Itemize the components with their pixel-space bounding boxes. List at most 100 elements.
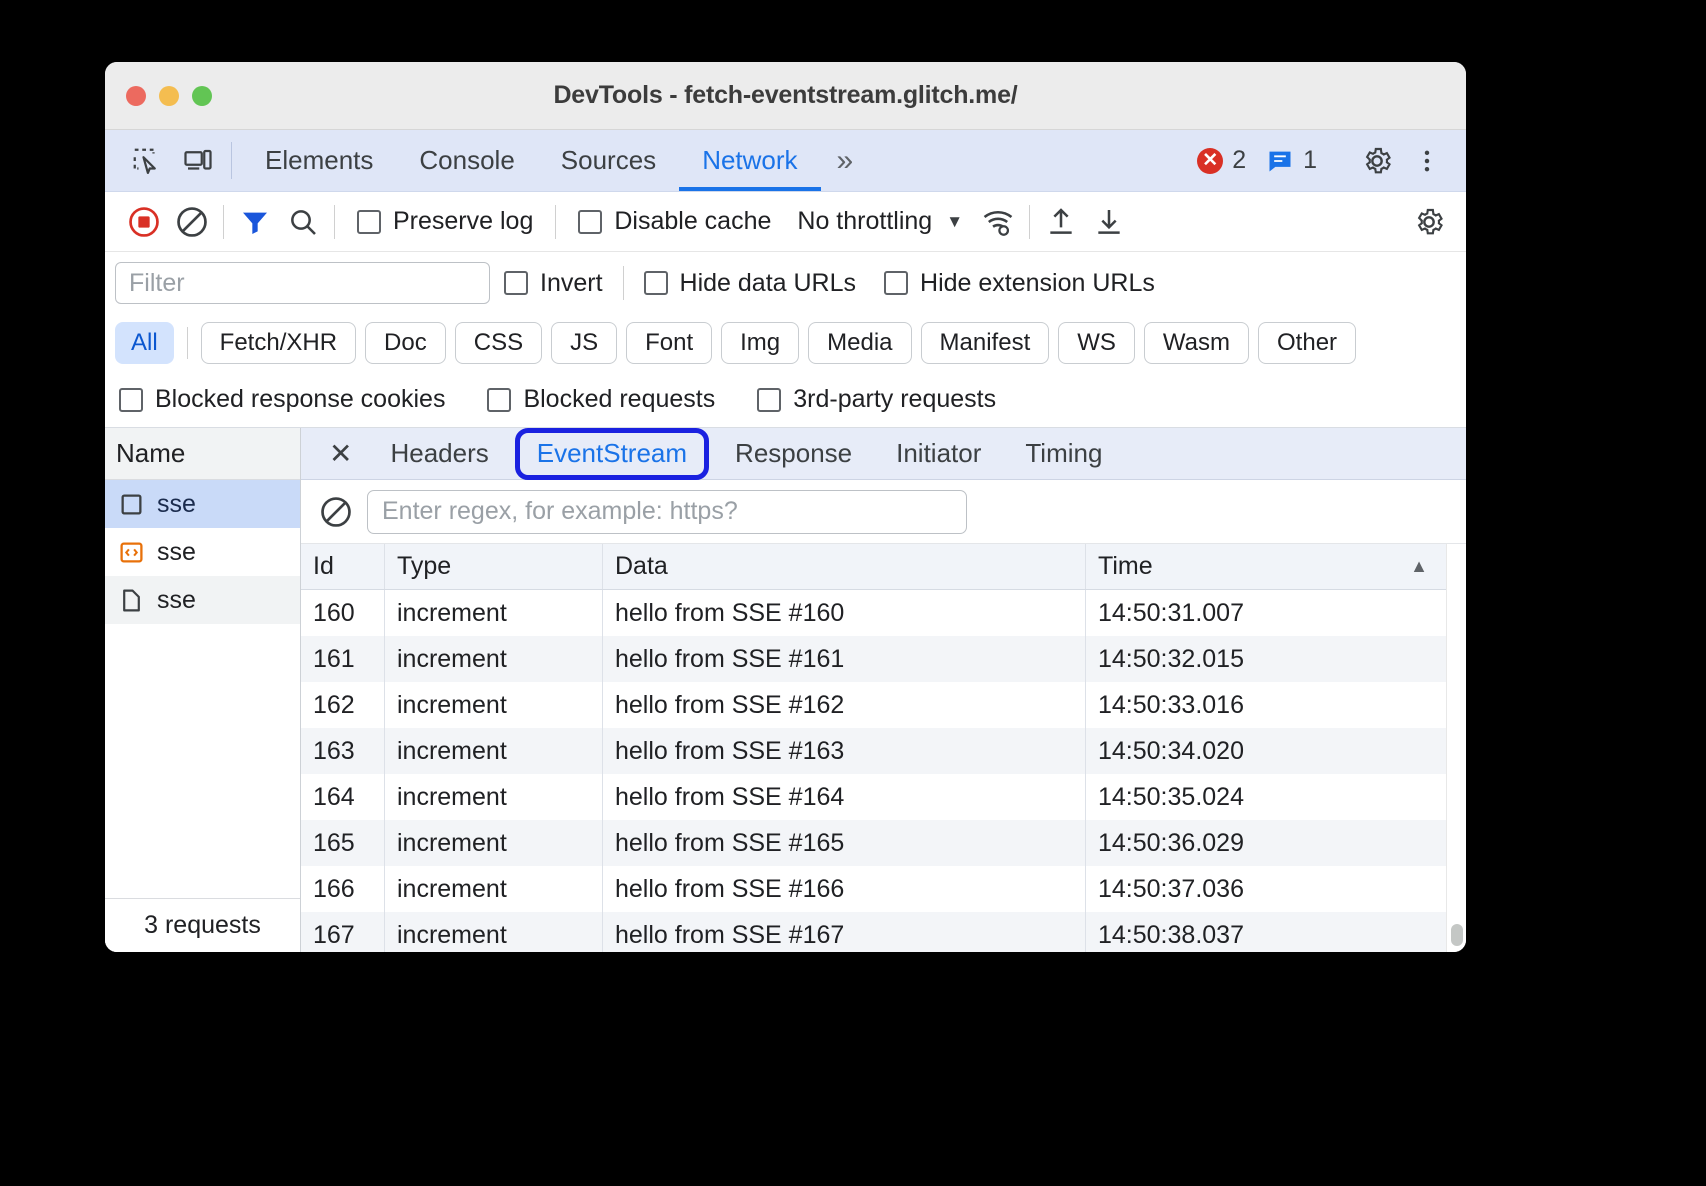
type-filter-doc[interactable]: Doc <box>365 322 446 364</box>
eventstream-table-header: Id Type Data Time ▲ <box>301 544 1446 590</box>
blocked-response-cookies-label: Blocked response cookies <box>155 385 445 414</box>
table-row[interactable]: 163 increment hello from SSE #163 14:50:… <box>301 728 1446 774</box>
preserve-log-box[interactable] <box>357 210 381 234</box>
table-row[interactable]: 164 increment hello from SSE #164 14:50:… <box>301 774 1446 820</box>
detail-tab-timing[interactable]: Timing <box>1003 428 1124 479</box>
invert-box[interactable] <box>504 271 528 295</box>
request-count-summary: 3 requests <box>105 898 300 952</box>
eventstream-scrollbar[interactable] <box>1446 544 1466 952</box>
cell-time: 14:50:37.036 <box>1086 866 1446 912</box>
type-filter-fetch-xhr[interactable]: Fetch/XHR <box>201 322 356 364</box>
filter-input[interactable]: Filter <box>115 262 490 304</box>
inspect-element-icon[interactable] <box>123 138 169 184</box>
column-header-id[interactable]: Id <box>301 544 385 589</box>
invert-checkbox[interactable]: Invert <box>490 269 617 298</box>
tab-sources[interactable]: Sources <box>538 130 679 191</box>
requests-name-column-header[interactable]: Name <box>105 428 300 480</box>
search-icon[interactable] <box>280 199 326 245</box>
table-row[interactable]: 160 increment hello from SSE #160 14:50:… <box>301 590 1446 636</box>
hide-data-urls-checkbox[interactable]: Hide data URLs <box>630 269 870 298</box>
hide-extension-urls-box[interactable] <box>884 271 908 295</box>
type-filter-wasm[interactable]: Wasm <box>1144 322 1249 364</box>
cell-data: hello from SSE #160 <box>603 590 1086 636</box>
record-stop-icon[interactable] <box>121 199 167 245</box>
table-row[interactable]: 167 increment hello from SSE #167 14:50:… <box>301 912 1446 952</box>
column-header-type[interactable]: Type <box>385 544 603 589</box>
hide-extension-urls-checkbox[interactable]: Hide extension URLs <box>870 269 1169 298</box>
message-counter[interactable]: 1 <box>1258 146 1325 175</box>
disable-cache-box[interactable] <box>578 210 602 234</box>
toolbar-divider-2 <box>334 205 335 239</box>
network-settings-gear-icon[interactable] <box>1406 199 1452 245</box>
type-filter-css[interactable]: CSS <box>455 322 542 364</box>
blocked-requests-checkbox[interactable]: Blocked requests <box>487 385 733 414</box>
cell-id: 164 <box>301 774 385 820</box>
error-counter[interactable]: ✕ 2 <box>1189 146 1254 175</box>
device-toolbar-icon[interactable] <box>175 138 221 184</box>
type-filter-other[interactable]: Other <box>1258 322 1356 364</box>
clear-circle-slash-icon[interactable] <box>319 495 353 529</box>
hide-data-urls-box[interactable] <box>644 271 668 295</box>
export-har-download-icon[interactable] <box>1086 199 1132 245</box>
square-outline-icon <box>119 492 144 517</box>
scrollbar-thumb[interactable] <box>1451 924 1463 946</box>
type-filter-all[interactable]: All <box>115 322 174 364</box>
settings-gear-icon[interactable] <box>1354 138 1400 184</box>
filter-funnel-icon[interactable] <box>232 199 278 245</box>
clear-network-log-icon[interactable] <box>169 199 215 245</box>
cell-data: hello from SSE #163 <box>603 728 1086 774</box>
blocked-requests-box[interactable] <box>487 388 511 412</box>
more-options-kebab-icon[interactable] <box>1404 138 1450 184</box>
type-filter-img[interactable]: Img <box>721 322 799 364</box>
request-name: sse <box>157 538 196 567</box>
throttling-value: No throttling <box>797 207 932 236</box>
devtools-tabbar-right: ✕ 2 1 <box>1189 130 1466 191</box>
cell-data: hello from SSE #166 <box>603 866 1086 912</box>
cell-time: 14:50:33.016 <box>1086 682 1446 728</box>
detail-tab-response[interactable]: Response <box>713 428 874 479</box>
detail-tab-headers[interactable]: Headers <box>368 428 510 479</box>
cell-id: 162 <box>301 682 385 728</box>
tab-console[interactable]: Console <box>396 130 537 191</box>
cell-time: 14:50:31.007 <box>1086 590 1446 636</box>
type-filter-js[interactable]: JS <box>551 322 617 364</box>
request-row-sse-3[interactable]: sse <box>105 576 300 624</box>
column-header-data[interactable]: Data <box>603 544 1086 589</box>
type-filter-font[interactable]: Font <box>626 322 712 364</box>
preserve-log-label: Preserve log <box>393 207 533 236</box>
request-row-sse-1[interactable]: sse <box>105 480 300 528</box>
table-row[interactable]: 161 increment hello from SSE #161 14:50:… <box>301 636 1446 682</box>
type-filter-manifest[interactable]: Manifest <box>921 322 1050 364</box>
throttling-dropdown[interactable]: No throttling ▼ <box>787 207 973 236</box>
network-conditions-wifi-icon[interactable] <box>975 199 1021 245</box>
window-titlebar: DevTools - fetch-eventstream.glitch.me/ <box>105 62 1466 130</box>
request-row-sse-2[interactable]: sse <box>105 528 300 576</box>
table-row[interactable]: 165 increment hello from SSE #165 14:50:… <box>301 820 1446 866</box>
disable-cache-checkbox[interactable]: Disable cache <box>564 207 785 236</box>
blocked-response-cookies-checkbox[interactable]: Blocked response cookies <box>119 385 463 414</box>
toolbar-divider-4 <box>1029 205 1030 239</box>
cell-type: increment <box>385 728 603 774</box>
table-row[interactable]: 162 increment hello from SSE #162 14:50:… <box>301 682 1446 728</box>
toolbar-divider-1 <box>223 205 224 239</box>
detail-tab-initiator[interactable]: Initiator <box>874 428 1003 479</box>
more-tabs-chevron-icon[interactable]: » <box>821 130 870 191</box>
column-header-time[interactable]: Time ▲ <box>1086 544 1446 589</box>
table-row[interactable]: 166 increment hello from SSE #166 14:50:… <box>301 866 1446 912</box>
close-detail-icon[interactable]: ✕ <box>321 428 368 479</box>
preserve-log-checkbox[interactable]: Preserve log <box>343 207 547 236</box>
eventstream-regex-input[interactable]: Enter regex, for example: https? <box>367 490 967 534</box>
third-party-requests-box[interactable] <box>757 388 781 412</box>
tab-network[interactable]: Network <box>679 130 820 191</box>
devtools-panel-tabs: Elements Console Sources Network » <box>242 130 869 191</box>
message-count: 1 <box>1303 146 1317 175</box>
cell-data: hello from SSE #161 <box>603 636 1086 682</box>
type-filter-media[interactable]: Media <box>808 322 911 364</box>
import-har-upload-icon[interactable] <box>1038 199 1084 245</box>
third-party-requests-checkbox[interactable]: 3rd-party requests <box>757 385 1014 414</box>
tab-elements[interactable]: Elements <box>242 130 396 191</box>
invert-label: Invert <box>540 269 603 298</box>
type-filter-ws[interactable]: WS <box>1058 322 1135 364</box>
blocked-response-cookies-box[interactable] <box>119 388 143 412</box>
detail-tab-eventstream[interactable]: EventStream <box>515 428 709 480</box>
